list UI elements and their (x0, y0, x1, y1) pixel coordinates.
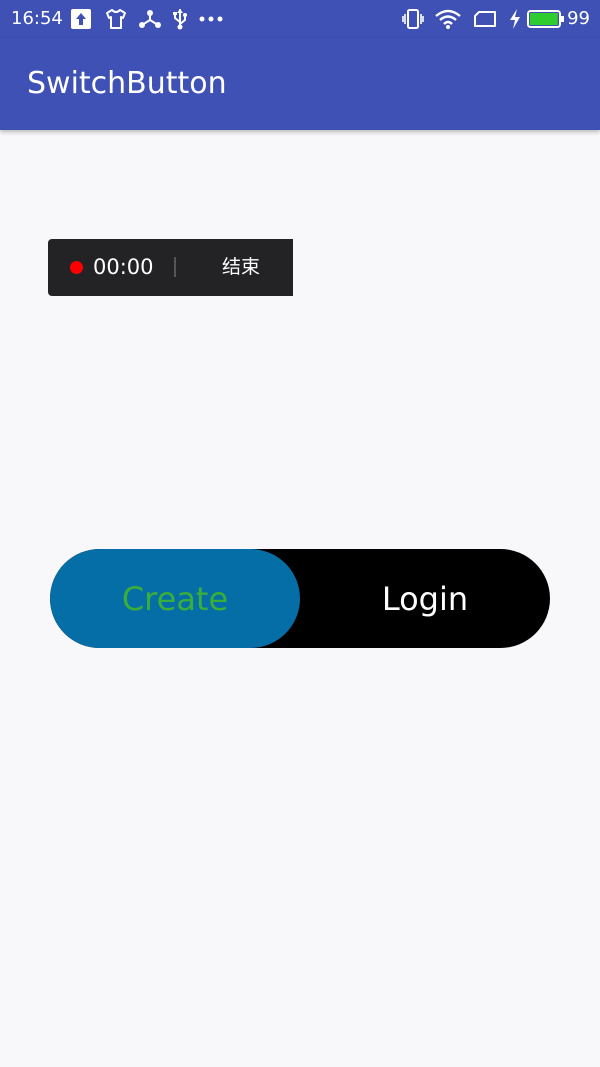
share-hub-icon (138, 7, 162, 31)
screen-recording-overlay: 00:00 结束 (48, 239, 293, 296)
create-option[interactable]: Create (50, 549, 300, 648)
recording-dot-icon (70, 261, 83, 274)
recording-divider (174, 257, 176, 277)
upload-icon (70, 7, 92, 31)
switch-button[interactable]: Create Login (50, 549, 550, 648)
status-bar: 16:54 99 (0, 0, 600, 38)
app-bar: SwitchButton (0, 38, 600, 130)
end-recording-button[interactable]: 结束 (222, 254, 260, 280)
recording-timer: 00:00 (93, 255, 154, 279)
status-time: 16:54 (11, 8, 63, 29)
usb-icon (170, 7, 190, 31)
tshirt-icon (104, 7, 128, 31)
charging-bolt-icon (508, 7, 522, 31)
sim-icon (472, 7, 498, 31)
vibrate-icon (401, 7, 425, 31)
wifi-icon (434, 7, 462, 31)
login-option[interactable]: Login (300, 549, 550, 648)
more-dots-icon (198, 7, 224, 31)
app-title: SwitchButton (27, 66, 227, 101)
battery-icon (526, 7, 566, 31)
battery-level: 99 (567, 8, 590, 29)
